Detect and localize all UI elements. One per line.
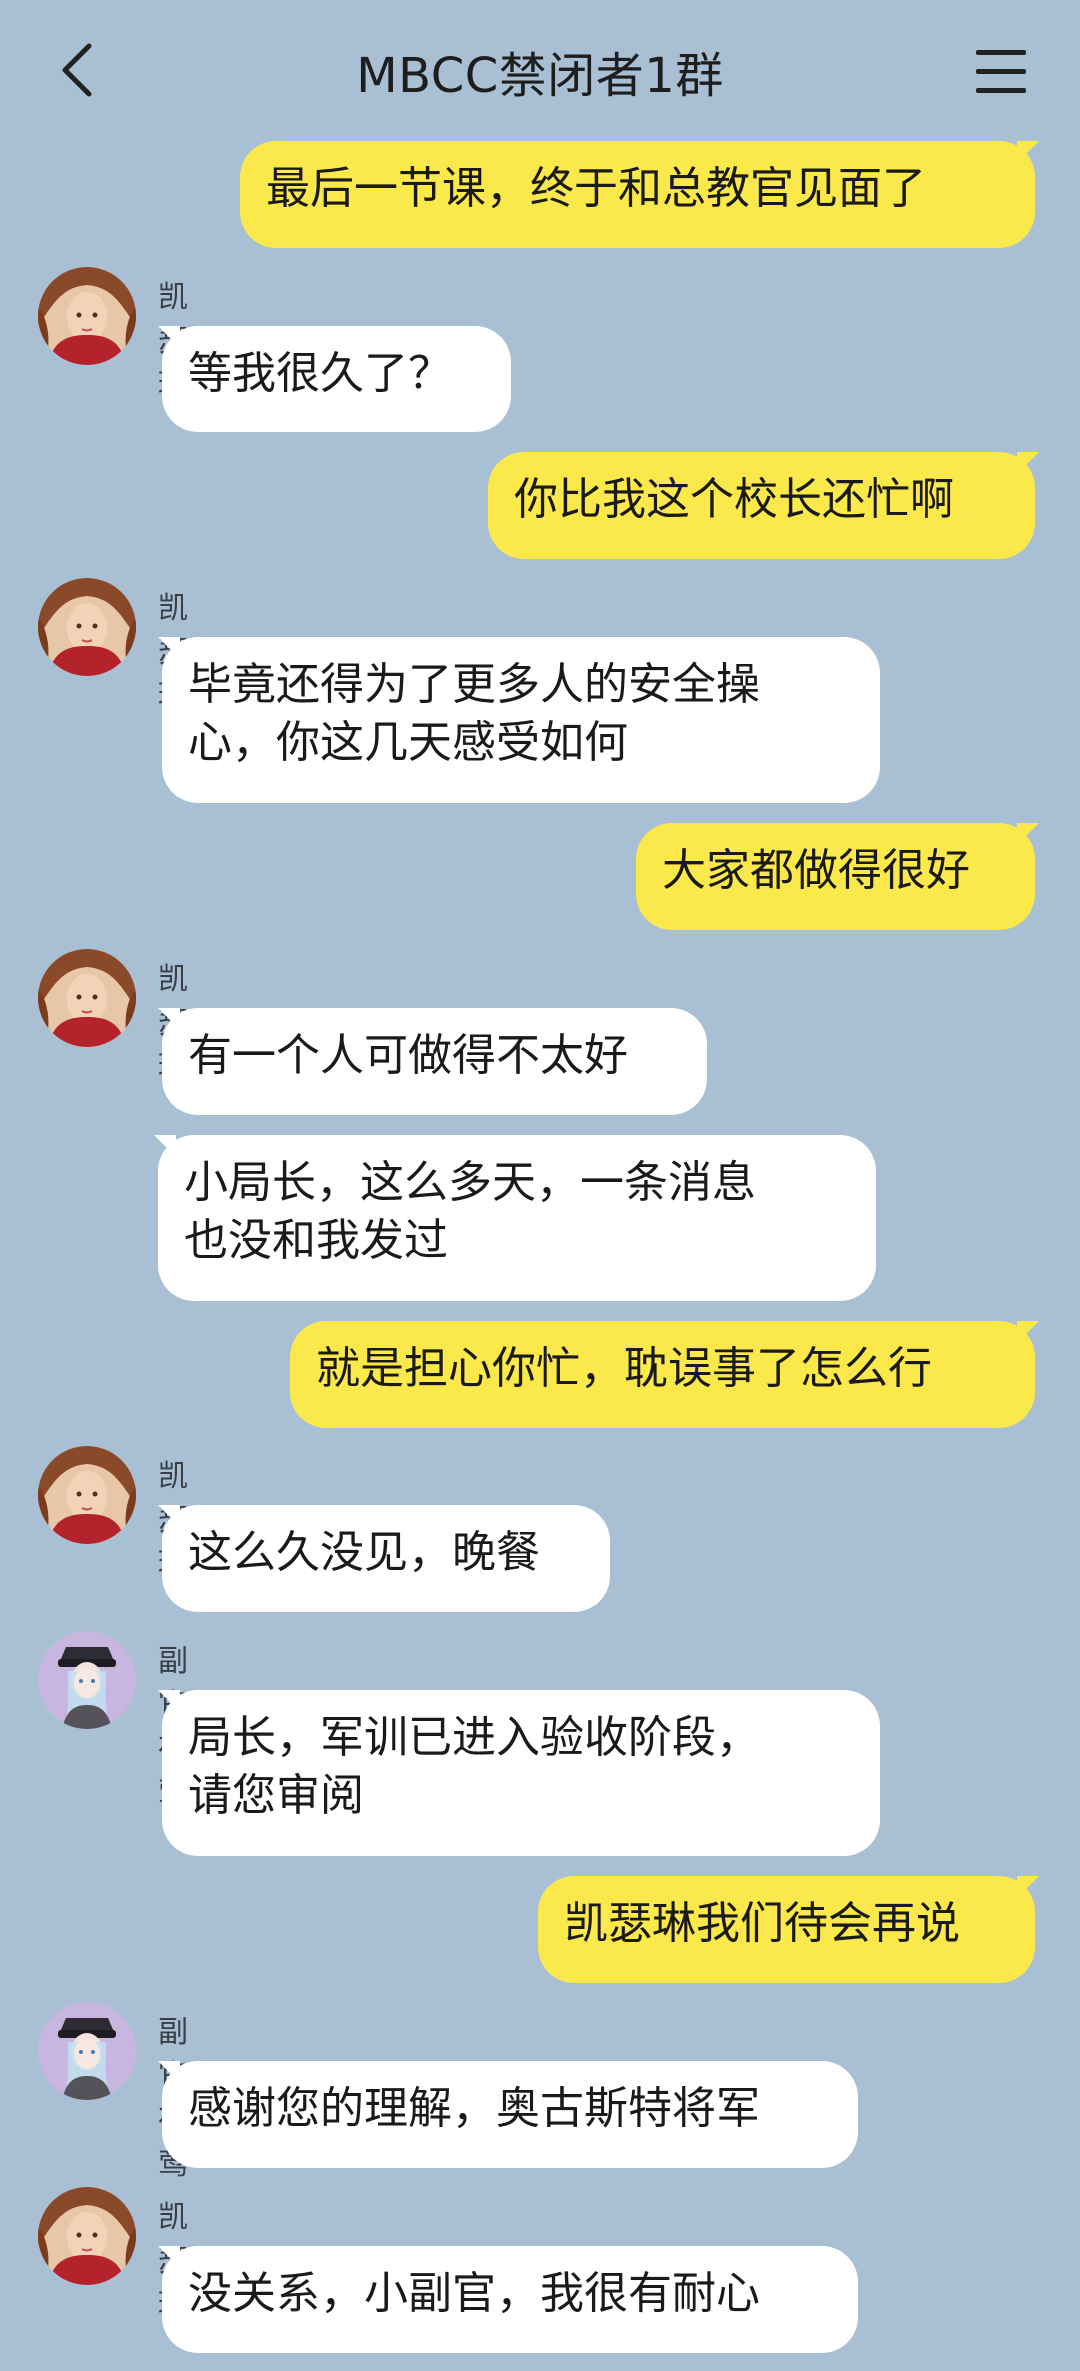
catherine-avatar[interactable]	[38, 2187, 136, 2285]
nightingale-avatar[interactable]	[38, 2002, 136, 2100]
message-bubble[interactable]: 就是担心你忙，耽误事了怎么行	[290, 1321, 1035, 1428]
catherine-avatar[interactable]	[38, 1446, 136, 1544]
nightingale-avatar[interactable]	[38, 1631, 136, 1729]
bubble-tail	[154, 1135, 176, 1157]
chat-title: MBCC禁闭者1群	[356, 48, 724, 104]
bubble-tail	[158, 1008, 180, 1030]
message-bubble[interactable]: 毕竟还得为了更多人的安全操 心，你这几天感受如何	[162, 637, 880, 803]
message-bubble[interactable]: 最后一节课，终于和总教官见面了	[240, 141, 1035, 248]
bubble-tail	[158, 2246, 180, 2268]
menu-button[interactable]	[968, 40, 1034, 100]
chat-header: MBCC禁闭者1群	[0, 0, 1080, 135]
message-bubble[interactable]: 大家都做得很好	[636, 823, 1035, 930]
catherine-avatar[interactable]	[38, 578, 136, 676]
bubble-tail	[1017, 1321, 1039, 1343]
message-bubble[interactable]: 有一个人可做得不太好	[162, 1008, 707, 1115]
bubble-tail	[158, 1690, 180, 1712]
message-bubble[interactable]: 等我很久了？	[162, 326, 511, 432]
message-bubble[interactable]: 你比我这个校长还忙啊	[488, 452, 1035, 559]
message-bubble[interactable]: 凯瑟琳我们待会再说	[538, 1876, 1035, 1983]
message-bubble[interactable]: 这么久没见，晚餐	[162, 1505, 610, 1612]
bubble-tail	[158, 637, 180, 659]
message-bubble[interactable]: 小局长，这么多天，一条消息 也没和我发过	[158, 1135, 876, 1301]
message-bubble[interactable]: 没关系，小副官，我很有耐心	[162, 2246, 858, 2353]
hamburger-menu-icon	[976, 50, 1026, 55]
message-bubble[interactable]: 局长，军训已进入验收阶段， 请您审阅	[162, 1690, 880, 1856]
bubble-tail	[1017, 823, 1039, 845]
bubble-tail	[1017, 141, 1039, 163]
bubble-tail	[1017, 452, 1039, 474]
bubble-tail	[1017, 1876, 1039, 1898]
catherine-avatar[interactable]	[38, 949, 136, 1047]
message-bubble[interactable]: 感谢您的理解，奥古斯特将军	[162, 2061, 858, 2168]
bubble-tail	[158, 326, 180, 348]
bubble-tail	[158, 2061, 180, 2083]
catherine-avatar[interactable]	[38, 267, 136, 365]
bubble-tail	[158, 1505, 180, 1527]
